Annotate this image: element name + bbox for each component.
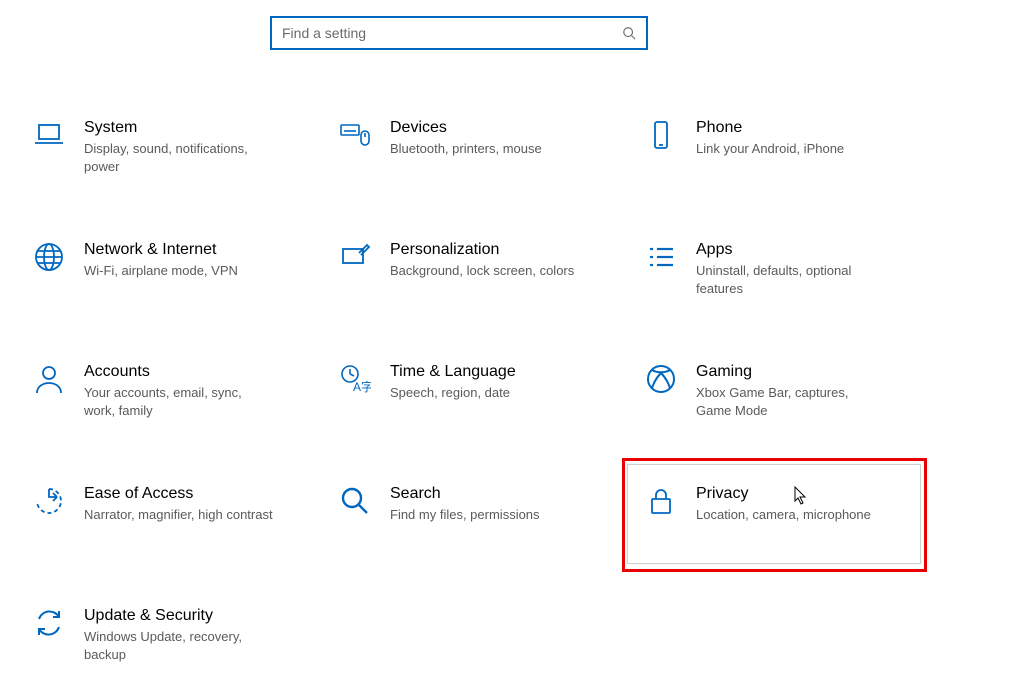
tile-title: Update & Security [84,606,320,626]
tile-apps[interactable]: Apps Uninstall, defaults, optional featu… [638,240,938,300]
tile-ease-of-access[interactable]: Ease of Access Narrator, magnifier, high… [26,484,326,544]
tile-phone[interactable]: Phone Link your Android, iPhone [638,118,938,178]
svg-text:A字: A字 [353,379,371,394]
settings-grid: System Display, sound, notifications, po… [26,118,936,666]
tile-title: System [84,118,320,138]
tile-update-security[interactable]: Update & Security Windows Update, recove… [26,606,326,666]
tile-desc: Your accounts, email, sync, work, family [84,384,274,420]
tile-desc: Speech, region, date [390,384,580,402]
tile-title: Gaming [696,362,932,382]
tile-title: Privacy [696,484,932,504]
tile-title: Personalization [390,240,626,260]
list-icon [644,240,678,274]
accessibility-icon [32,484,66,518]
tile-desc: Display, sound, notifications, power [84,140,274,176]
tile-title: Devices [390,118,626,138]
tile-desc: Location, camera, microphone [696,506,886,524]
tile-title: Search [390,484,626,504]
tile-title: Network & Internet [84,240,320,260]
tile-title: Ease of Access [84,484,320,504]
tile-desc: Link your Android, iPhone [696,140,886,158]
sync-icon [32,606,66,640]
tile-desc: Windows Update, recovery, backup [84,628,274,664]
keyboard-mouse-icon [338,118,372,152]
person-icon [32,362,66,396]
globe-icon [32,240,66,274]
tile-accounts[interactable]: Accounts Your accounts, email, sync, wor… [26,362,326,422]
tile-desc: Background, lock screen, colors [390,262,580,280]
tile-system[interactable]: System Display, sound, notifications, po… [26,118,326,178]
tile-title: Time & Language [390,362,626,382]
tile-gaming[interactable]: Gaming Xbox Game Bar, captures, Game Mod… [638,362,938,422]
tile-desc: Uninstall, defaults, optional features [696,262,886,298]
tile-search[interactable]: Search Find my files, permissions [332,484,632,544]
tile-network[interactable]: Network & Internet Wi-Fi, airplane mode,… [26,240,326,300]
tile-time-language[interactable]: A字 Time & Language Speech, region, date [332,362,632,422]
tile-privacy[interactable]: Privacy Location, camera, microphone [638,484,938,544]
tile-title: Phone [696,118,932,138]
phone-icon [644,118,678,152]
tile-desc: Find my files, permissions [390,506,580,524]
search-box[interactable] [270,16,648,50]
laptop-icon [32,118,66,152]
tile-personalization[interactable]: Personalization Background, lock screen,… [332,240,632,300]
tile-desc: Xbox Game Bar, captures, Game Mode [696,384,886,420]
search-icon [622,26,636,40]
magnifier-icon [338,484,372,518]
tile-devices[interactable]: Devices Bluetooth, printers, mouse [332,118,632,178]
lock-icon [644,484,678,518]
xbox-icon [644,362,678,396]
tile-desc: Narrator, magnifier, high contrast [84,506,274,524]
time-language-icon: A字 [338,362,372,396]
tile-desc: Bluetooth, printers, mouse [390,140,580,158]
paintbrush-icon [338,240,372,274]
tile-desc: Wi-Fi, airplane mode, VPN [84,262,274,280]
tile-title: Apps [696,240,932,260]
search-input[interactable] [282,25,622,41]
tile-title: Accounts [84,362,320,382]
